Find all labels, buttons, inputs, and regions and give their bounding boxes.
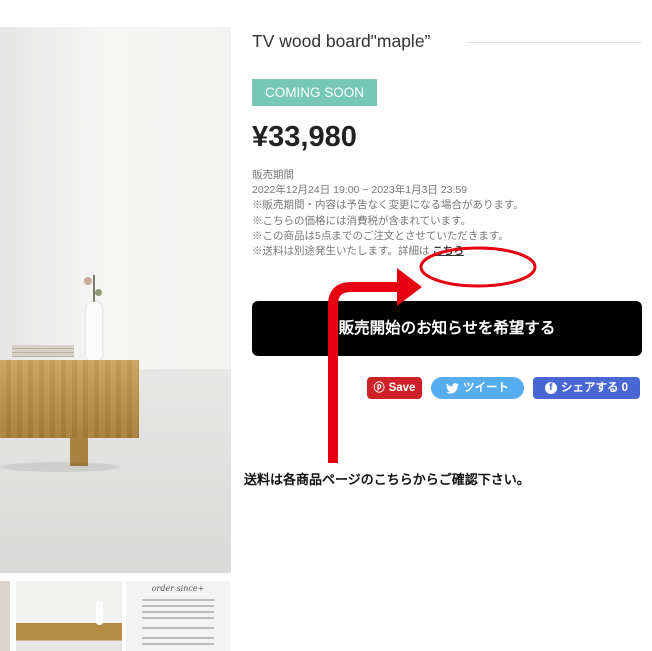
twitter-bird-icon: [446, 382, 459, 394]
thumbnail-text-line: [142, 611, 214, 613]
notify-me-button[interactable]: 販売開始のお知らせを希望する: [252, 301, 642, 356]
facebook-label: シェアする 0: [560, 382, 629, 394]
books: [12, 345, 74, 357]
shipping-details-link[interactable]: こちら: [432, 245, 464, 257]
thumbnail-text-line: [142, 627, 214, 629]
thumbnail-2[interactable]: [16, 581, 122, 651]
notice-shipping: ※送料は別途発生いたします。詳細は こちら: [252, 244, 524, 259]
pinterest-label: Save: [388, 382, 416, 394]
flower-bud: [84, 277, 92, 285]
thumbnail-vase: [96, 601, 103, 625]
thumbnail-text-line: [142, 599, 214, 601]
coming-soon-badge: COMING SOON: [252, 79, 377, 106]
tweet-label: ツイート: [463, 382, 509, 394]
product-price: ¥33,980: [252, 121, 357, 153]
sales-period-dates: 2022年12月24日 19:00 ~ 2023年1月3日 23:59: [252, 184, 468, 197]
notice-tax: ※こちらの価格には消費税が含まれています。: [252, 214, 472, 227]
pinterest-icon: ⓟ: [373, 382, 385, 394]
notice-order-limit: ※この商品は5点までのご注文とさせていただきます。: [252, 229, 509, 242]
flower-leaf: [95, 289, 102, 296]
thumbnail-1[interactable]: [0, 581, 10, 651]
thumbnail-3[interactable]: order since+: [126, 581, 230, 651]
thumbnail-text-line: [142, 617, 214, 619]
floor-shadow: [0, 462, 120, 472]
thumbnail-text-line: [142, 605, 214, 607]
title-divider: [466, 42, 642, 43]
product-title: TV wood board"maple”: [252, 31, 431, 51]
thumbnail-text-line: [142, 637, 214, 639]
thumbnail-caption: order since+: [151, 584, 205, 593]
notice-change: ※販売期間・内容は予告なく変更になる場合があります。: [252, 199, 524, 212]
photo-wall: [0, 27, 231, 369]
shipping-annotation-note: 送料は各商品ページのこちらからご確認下さい。: [244, 472, 530, 487]
sales-period-label: 販売期間: [252, 169, 294, 181]
zoom-in-icon[interactable]: ⊕: [199, 568, 221, 573]
pinterest-save-button[interactable]: ⓟ Save: [367, 377, 422, 399]
product-main-image[interactable]: ⊕: [0, 27, 231, 573]
vase: [86, 302, 102, 360]
wood-grain: [0, 360, 139, 438]
sales-info: 販売期間 2022年12月24日 19:00 ~ 2023年1月3日 23:59…: [252, 168, 524, 259]
shipping-text: ※送料は別途発生いたします。詳細は: [252, 244, 430, 257]
facebook-share-button[interactable]: f シェアする 0: [533, 377, 640, 399]
thumbnail-text-line: [142, 643, 214, 645]
tweet-button[interactable]: ツイート: [431, 377, 524, 399]
facebook-icon: f: [544, 382, 557, 394]
